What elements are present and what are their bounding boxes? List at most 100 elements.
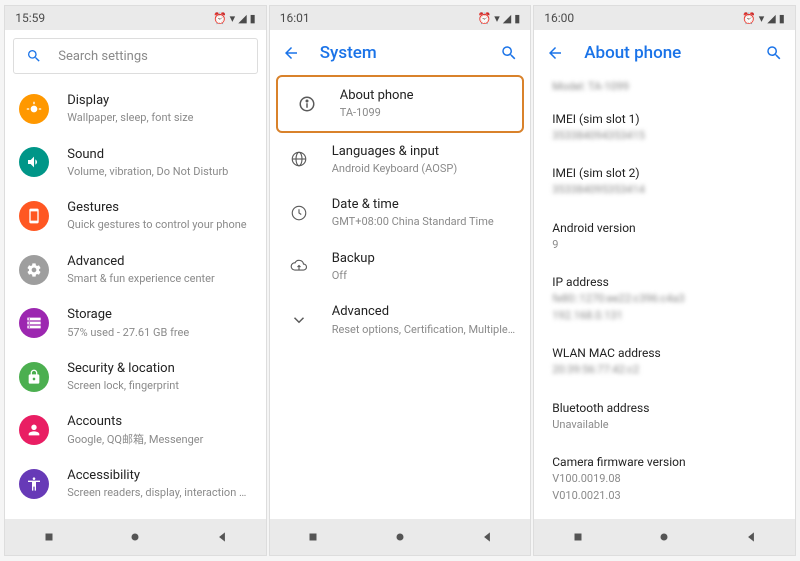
nav-back-icon[interactable] <box>744 530 758 544</box>
settings-item-gestures[interactable]: GesturesQuick gestures to control your p… <box>5 189 266 243</box>
nav-home-icon[interactable] <box>128 530 142 544</box>
settings-item-security[interactable]: Security & locationScreen lock, fingerpr… <box>5 350 266 404</box>
about-value: V100.0019.08 V010.0021.03 <box>552 471 777 504</box>
search-icon <box>26 48 42 64</box>
wifi-icon: ▾ <box>494 12 500 25</box>
alarm-icon: ⏰ <box>213 12 227 25</box>
settings-item-accounts[interactable]: AccountsGoogle, QQ邮箱, Messenger <box>5 403 266 457</box>
about-title: Camera firmware version <box>552 453 777 471</box>
nav-back-icon[interactable] <box>215 530 229 544</box>
item-title: Date & time <box>332 196 517 214</box>
nav-back-icon[interactable] <box>480 530 494 544</box>
info-icon <box>292 89 322 119</box>
sound-icon <box>19 147 49 177</box>
item-title: Security & location <box>67 360 252 378</box>
nav-recents-icon[interactable] <box>42 530 56 544</box>
cloud-icon <box>284 252 314 282</box>
about-title: IMEI (sim slot 1) <box>552 110 777 128</box>
search-settings[interactable]: Search settings <box>13 38 258 74</box>
item-title: Display <box>67 92 252 110</box>
item-subtitle: Screen lock, fingerprint <box>67 378 252 393</box>
signal-icon: ◢ <box>503 12 511 25</box>
item-title: Sound <box>67 146 252 164</box>
item-subtitle: Wallpaper, sleep, font size <box>67 110 252 125</box>
wifi-icon: ▾ <box>230 12 236 25</box>
about-title: Android version <box>552 219 777 237</box>
display-icon <box>19 94 49 124</box>
status-time: 16:01 <box>280 11 310 25</box>
status-time: 15:59 <box>15 11 45 25</box>
globe-icon <box>284 144 314 174</box>
about-item-imei2[interactable]: IMEI (sim slot 2) 353384095353414 <box>534 154 795 209</box>
status-bar: 15:59 ⏰ ▾ ◢ ▮ <box>5 6 266 30</box>
battery-icon: ▮ <box>514 12 520 25</box>
chevron-down-icon <box>284 305 314 335</box>
item-title: Backup <box>332 250 517 268</box>
system-item-backup[interactable]: BackupOff <box>270 240 531 294</box>
item-title: Accessibility <box>67 467 252 485</box>
system-item-date-time[interactable]: Date & timeGMT+08:00 China Standard Time <box>270 186 531 240</box>
about-title: IP address <box>552 273 777 291</box>
back-icon[interactable] <box>282 44 300 62</box>
page-title: System <box>320 43 481 63</box>
status-bar: 16:01 ⏰ ▾ ◢ ▮ <box>270 6 531 30</box>
search-placeholder: Search settings <box>58 49 148 64</box>
item-title: Storage <box>67 306 252 324</box>
item-subtitle: Screen readers, display, interaction con… <box>67 485 252 500</box>
about-item-model[interactable]: Model: TA-1099 <box>534 77 795 100</box>
search-icon[interactable] <box>500 44 518 62</box>
nav-recents-icon[interactable] <box>306 530 320 544</box>
search-icon[interactable] <box>765 44 783 62</box>
nav-bar <box>5 519 266 555</box>
page-title: About phone <box>584 43 745 63</box>
nav-recents-icon[interactable] <box>571 530 585 544</box>
item-title: Languages & input <box>332 143 517 161</box>
storage-icon <box>19 308 49 338</box>
alarm-icon: ⏰ <box>742 12 756 25</box>
item-title: Advanced <box>332 303 517 321</box>
about-value: 20:39:56:77:42:c2 <box>552 362 777 379</box>
settings-item-storage[interactable]: Storage57% used - 27.61 GB free <box>5 296 266 350</box>
item-title: Gestures <box>67 199 252 217</box>
system-item-languages[interactable]: Languages & inputAndroid Keyboard (AOSP) <box>270 133 531 187</box>
alarm-icon: ⏰ <box>477 12 491 25</box>
nav-bar <box>270 519 531 555</box>
settings-item-advanced[interactable]: AdvancedSmart & fun experience center <box>5 243 266 297</box>
item-subtitle: Android Keyboard (AOSP) <box>332 161 517 176</box>
nav-home-icon[interactable] <box>393 530 407 544</box>
about-item-imei1[interactable]: IMEI (sim slot 1) 353384094353415 <box>534 100 795 155</box>
about-title: IMEI (sim slot 2) <box>552 164 777 182</box>
item-subtitle: Google, QQ邮箱, Messenger <box>67 432 252 447</box>
about-item-wlan-mac[interactable]: WLAN MAC address 20:39:56:77:42:c2 <box>534 334 795 389</box>
settings-item-display[interactable]: DisplayWallpaper, sleep, font size <box>5 82 266 136</box>
item-subtitle: Quick gestures to control your phone <box>67 217 252 232</box>
system-item-about-phone[interactable]: About phoneTA-1099 <box>276 75 525 133</box>
item-subtitle: GMT+08:00 China Standard Time <box>332 214 517 229</box>
about-title: Bluetooth address <box>552 399 777 417</box>
signal-icon: ◢ <box>767 12 775 25</box>
about-value: fe80::1270:ee22:c396:c4a3 192.168.0.131 <box>552 291 777 324</box>
item-subtitle: Off <box>332 268 517 283</box>
settings-item-google[interactable]: G GoogleServices & preferences <box>5 511 266 519</box>
about-item-android-version[interactable]: Android version 9 <box>534 209 795 264</box>
back-icon[interactable] <box>546 44 564 62</box>
about-value: 353384094353415 <box>552 128 777 145</box>
item-subtitle: 57% used - 27.61 GB free <box>67 325 252 340</box>
nav-home-icon[interactable] <box>657 530 671 544</box>
about-value: Unavailable <box>552 417 777 434</box>
settings-screen: 15:59 ⏰ ▾ ◢ ▮ Search settings DisplayWal… <box>4 5 267 556</box>
settings-item-sound[interactable]: SoundVolume, vibration, Do Not Disturb <box>5 136 266 190</box>
about-item-ip[interactable]: IP address fe80::1270:ee22:c396:c4a3 192… <box>534 263 795 334</box>
status-icons: ⏰ ▾ ◢ ▮ <box>213 12 256 25</box>
app-bar: System <box>270 30 531 75</box>
accessibility-icon <box>19 469 49 499</box>
accounts-icon <box>19 415 49 445</box>
about-value: 353384095353414 <box>552 182 777 199</box>
about-item-bluetooth[interactable]: Bluetooth address Unavailable <box>534 389 795 444</box>
settings-item-accessibility[interactable]: AccessibilityScreen readers, display, in… <box>5 457 266 511</box>
status-bar: 16:00 ⏰ ▾ ◢ ▮ <box>534 6 795 30</box>
wifi-icon: ▾ <box>759 12 765 25</box>
system-item-advanced[interactable]: AdvancedReset options, Certification, Mu… <box>270 293 531 347</box>
nav-bar <box>534 519 795 555</box>
about-item-camera-fw[interactable]: Camera firmware version V100.0019.08 V01… <box>534 443 795 514</box>
